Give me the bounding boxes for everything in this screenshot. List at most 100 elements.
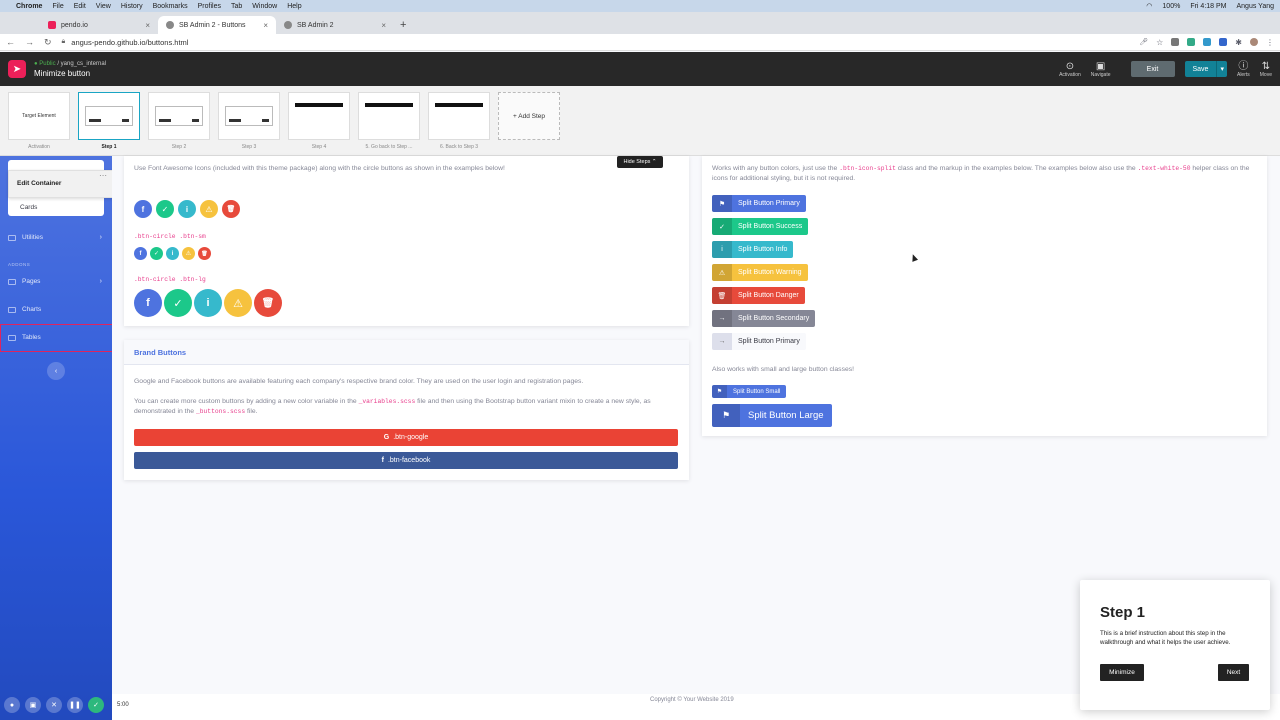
chevron-down-icon[interactable]: ▾ (1216, 61, 1227, 77)
menu-view[interactable]: View (96, 3, 111, 10)
menu-profiles[interactable]: Profiles (198, 3, 221, 10)
split-button-small[interactable]: ⚑ Split Button Small (712, 385, 787, 398)
split-button-danger[interactable]: 🗑︎ Split Button Danger (712, 287, 805, 304)
tab-sb-admin[interactable]: SB Admin 2 × (276, 16, 394, 34)
split-button-primary[interactable]: ⚑ Split Button Primary (712, 195, 806, 212)
trash-circle-button[interactable]: 🗑︎ (222, 200, 240, 218)
add-step-button[interactable]: + Add Step (498, 92, 560, 140)
step-2[interactable]: Step 2 (148, 92, 210, 155)
extensions-puzzle-icon[interactable]: ✱ (1235, 38, 1242, 47)
warning-circle-button-lg[interactable]: ⚠ (224, 289, 252, 317)
pause-icon[interactable]: ❚❚ (67, 697, 83, 713)
facebook-circle-button-sm[interactable]: f (134, 247, 147, 260)
extension-icon[interactable] (1171, 38, 1180, 46)
info-circle-button-lg[interactable]: i (194, 289, 222, 317)
browser-tab-strip: pendo.io × SB Admin 2 - Buttons × SB Adm… (0, 12, 1280, 34)
next-button[interactable]: Next (1218, 664, 1249, 681)
menu-tab[interactable]: Tab (231, 3, 242, 10)
sidebar-subitem-cards[interactable]: Cards (20, 204, 37, 211)
hide-steps-button[interactable]: Hide Steps ⌃ (617, 156, 663, 168)
microphone-icon[interactable]: 🎤︎ (1139, 38, 1148, 46)
reload-icon[interactable]: ↻ (44, 37, 52, 48)
record-icon[interactable]: ● (4, 697, 20, 713)
sidebar: Cards Edit Container ⋯ Utilities › ADDON… (0, 156, 208, 720)
sidebar-item-tables[interactable]: Tables (8, 334, 102, 341)
tab-title: pendo.io (61, 21, 88, 29)
exit-button[interactable]: Exit (1130, 61, 1175, 77)
bookmark-star-icon[interactable]: ☆ (1156, 38, 1163, 47)
step-4[interactable]: Step 4 (288, 92, 350, 155)
sidebar-item-utilities[interactable]: Utilities › (8, 234, 102, 241)
split-button-info[interactable]: i Split Button Info (712, 241, 794, 258)
profile-avatar[interactable] (1250, 38, 1258, 46)
menu-help[interactable]: Help (287, 3, 301, 10)
move-button[interactable]: ⇅ Move (1260, 61, 1272, 78)
alerts-button[interactable]: ⓘ Alerts (1237, 61, 1250, 78)
warning-circle-button[interactable]: ⚠ (200, 200, 218, 218)
split-button-secondary[interactable]: → Split Button Secondary (712, 310, 816, 327)
sidebar-item-pages[interactable]: Pages › (8, 278, 102, 285)
screen-icon[interactable]: ▣ (25, 697, 41, 713)
menu-dots-icon[interactable]: ⋮ (1266, 38, 1274, 47)
guide-title[interactable]: Minimize button (34, 69, 106, 78)
tab-buttons[interactable]: SB Admin 2 - Buttons × (158, 16, 276, 34)
step-activation[interactable]: Target Element Activation (8, 92, 70, 155)
step-5[interactable]: 5. Go back to Step ... (358, 92, 420, 155)
step-6[interactable]: 6. Back to Step 3 (428, 92, 490, 155)
menu-history[interactable]: History (121, 3, 143, 10)
user-name[interactable]: Angus Yang (1237, 3, 1275, 10)
menu-edit[interactable]: Edit (74, 3, 86, 10)
facebook-button[interactable]: f .btn-facebook (134, 452, 678, 469)
menu-chrome[interactable]: Chrome (16, 3, 42, 10)
close-icon[interactable]: × (145, 21, 150, 30)
address-bar: ← → ↻ 🔒︎ angus-pendo.github.io/buttons.h… (0, 34, 1280, 51)
arrow-right-icon: → (712, 310, 732, 327)
step-3[interactable]: Step 3 (218, 92, 280, 155)
arrow-right-icon: → (712, 333, 732, 350)
info-circle-button-sm[interactable]: i (166, 247, 179, 260)
split-button-large[interactable]: ⚑ Split Button Large (712, 404, 832, 427)
menu-file[interactable]: File (52, 3, 63, 10)
drag-handle-icon[interactable]: ⋯ (99, 171, 107, 180)
check-circle-button-lg[interactable]: ✓ (164, 289, 192, 317)
extension-icon[interactable] (1203, 38, 1212, 46)
info-circle-button[interactable]: i (178, 200, 196, 218)
battery-level[interactable]: 100% (1162, 3, 1180, 10)
check-circle-button[interactable]: ✓ (156, 200, 174, 218)
close-icon[interactable]: × (381, 21, 386, 30)
new-tab-button[interactable]: + (400, 16, 406, 34)
confirm-icon[interactable]: ✓ (88, 697, 104, 713)
btn-sm-label: .btn-circle .btn-sm (134, 233, 206, 240)
google-button[interactable]: G .btn-google (134, 429, 678, 446)
wifi-icon[interactable]: ◠ (1146, 2, 1152, 10)
trash-circle-button-lg[interactable]: 🗑︎ (254, 289, 282, 317)
url-field[interactable]: angus-pendo.github.io/buttons.html (71, 38, 188, 47)
save-button[interactable]: Save ▾ (1184, 61, 1227, 77)
menu-window[interactable]: Window (252, 3, 277, 10)
forward-icon[interactable]: → (25, 37, 34, 47)
extension-icon[interactable] (1187, 38, 1196, 46)
sidebar-item-charts[interactable]: Charts (8, 306, 102, 313)
split-button-success[interactable]: ✓ Split Button Success (712, 218, 809, 235)
split-button-light[interactable]: → Split Button Primary (712, 333, 806, 350)
check-circle-button-sm[interactable]: ✓ (150, 247, 163, 260)
step-1[interactable]: Step 1 (78, 92, 140, 155)
sidebar-toggle-button[interactable]: ‹ (47, 362, 65, 380)
warning-circle-button-sm[interactable]: ⚠ (182, 247, 195, 260)
clock[interactable]: Fri 4:18 PM (1190, 3, 1226, 10)
extension-icon[interactable] (1219, 38, 1228, 46)
menu-bookmarks[interactable]: Bookmarks (153, 3, 188, 10)
app-name[interactable]: yang_cs_internal (61, 61, 106, 67)
step-label: Step 1 (101, 144, 117, 150)
close-icon[interactable]: ✕ (46, 697, 62, 713)
minimize-button[interactable]: Minimize (1100, 664, 1144, 681)
activation-button[interactable]: ⊙ Activation (1059, 61, 1081, 78)
facebook-circle-button[interactable]: f (134, 200, 152, 218)
split-button-warning[interactable]: ⚠ Split Button Warning (712, 264, 808, 281)
navigate-button[interactable]: ▣ Navigate (1091, 61, 1111, 78)
trash-circle-button-sm[interactable]: 🗑︎ (198, 247, 211, 260)
facebook-circle-button-lg[interactable]: f (134, 289, 162, 317)
tab-pendo[interactable]: pendo.io × (40, 16, 158, 34)
back-icon[interactable]: ← (6, 37, 15, 47)
close-icon[interactable]: × (263, 21, 268, 30)
